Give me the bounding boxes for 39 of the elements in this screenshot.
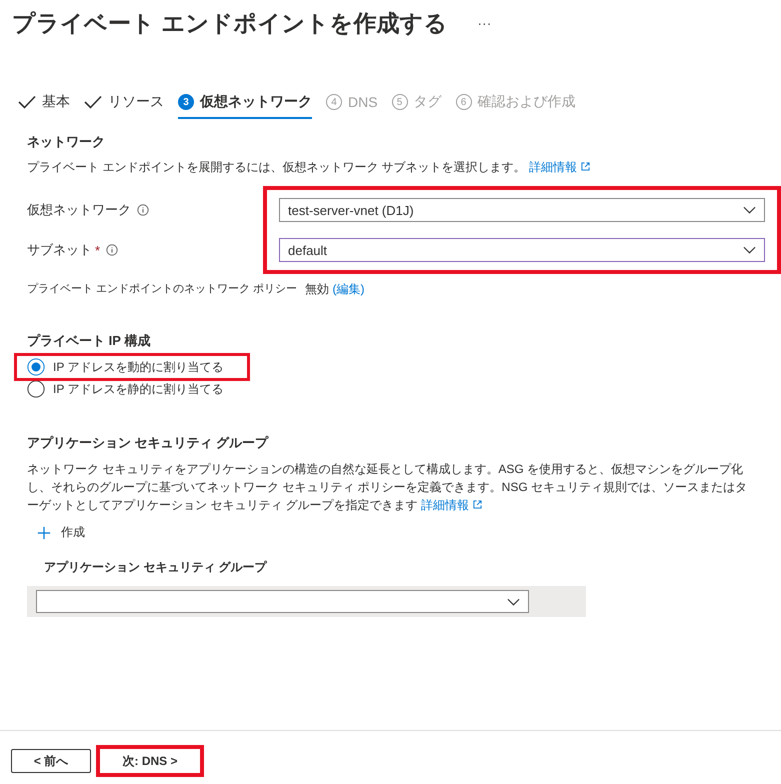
section-heading: プライベート IP 構成 (27, 332, 152, 350)
checkmark-icon (18, 95, 36, 109)
required-marker: * (95, 242, 100, 258)
field-label: プライベート エンドポイントのネットワーク ポリシー (27, 282, 298, 297)
learn-more-link[interactable]: 詳細情報 (529, 160, 590, 174)
column-header: アプリケーション セキュリティ グループ (44, 559, 268, 576)
create-button[interactable]: 作成 (37, 524, 85, 541)
plus-icon (37, 526, 51, 540)
edit-link[interactable]: (編集) (332, 282, 364, 296)
wizard-tab[interactable]: 3 仮想ネットワーク (178, 89, 312, 119)
page-title: プライベート エンドポイントを作成する (12, 8, 448, 38)
dropdown-field[interactable] (36, 590, 529, 613)
external-link-icon (581, 162, 590, 171)
chevron-down-icon (507, 598, 520, 606)
section-description: プライベート エンドポイントを展開するには、仮想ネットワーク サブネットを選択します。 詳細情報 (27, 159, 757, 176)
chevron-down-icon (743, 206, 756, 214)
policy-value: 無効 (305, 282, 330, 296)
next-button[interactable]: 次: DNS > (100, 749, 200, 773)
info-icon (137, 204, 149, 216)
wizard-tab[interactable]: リソース (84, 89, 164, 119)
section-description: ネットワーク セキュリティをアプリケーションの構造の自然な延長として構成します。ASG を使用すると、仮想マシンをグループ化し、それらのグループに基づいてネットワーク セキュリティ ポリシーを定義できます。NSG セキュリティ規則では、ソースまたはターゲットとしてアプリケーション セキュリティ グループを指定できます 詳細情報 (27, 461, 748, 514)
section-heading: アプリケーション セキュリティ グループ (27, 434, 270, 452)
radio-button-icon (27, 380, 45, 398)
radio-option[interactable]: IP アドレスを動的に割り当てる (17, 356, 248, 378)
dropdown-field[interactable]: test-server-vnet (D1J) (279, 198, 765, 222)
field-label: サブネット (27, 241, 92, 259)
radio-option[interactable]: IP アドレスを静的に割り当てる (17, 378, 248, 400)
chevron-down-icon (743, 246, 756, 254)
learn-more-link[interactable]: 詳細情報 (421, 498, 482, 512)
info-icon (106, 244, 118, 256)
radio-button-icon (27, 358, 45, 376)
checkmark-icon (84, 95, 102, 109)
previous-button[interactable]: < 前へ (11, 749, 91, 773)
more-button[interactable]: ··· (477, 15, 492, 31)
field-label: 仮想ネットワーク (27, 201, 131, 219)
dropdown-field[interactable]: default (279, 238, 765, 262)
section-heading: ネットワーク (27, 133, 106, 151)
wizard-tab[interactable]: 基本 (18, 89, 70, 119)
external-link-icon (473, 500, 482, 509)
